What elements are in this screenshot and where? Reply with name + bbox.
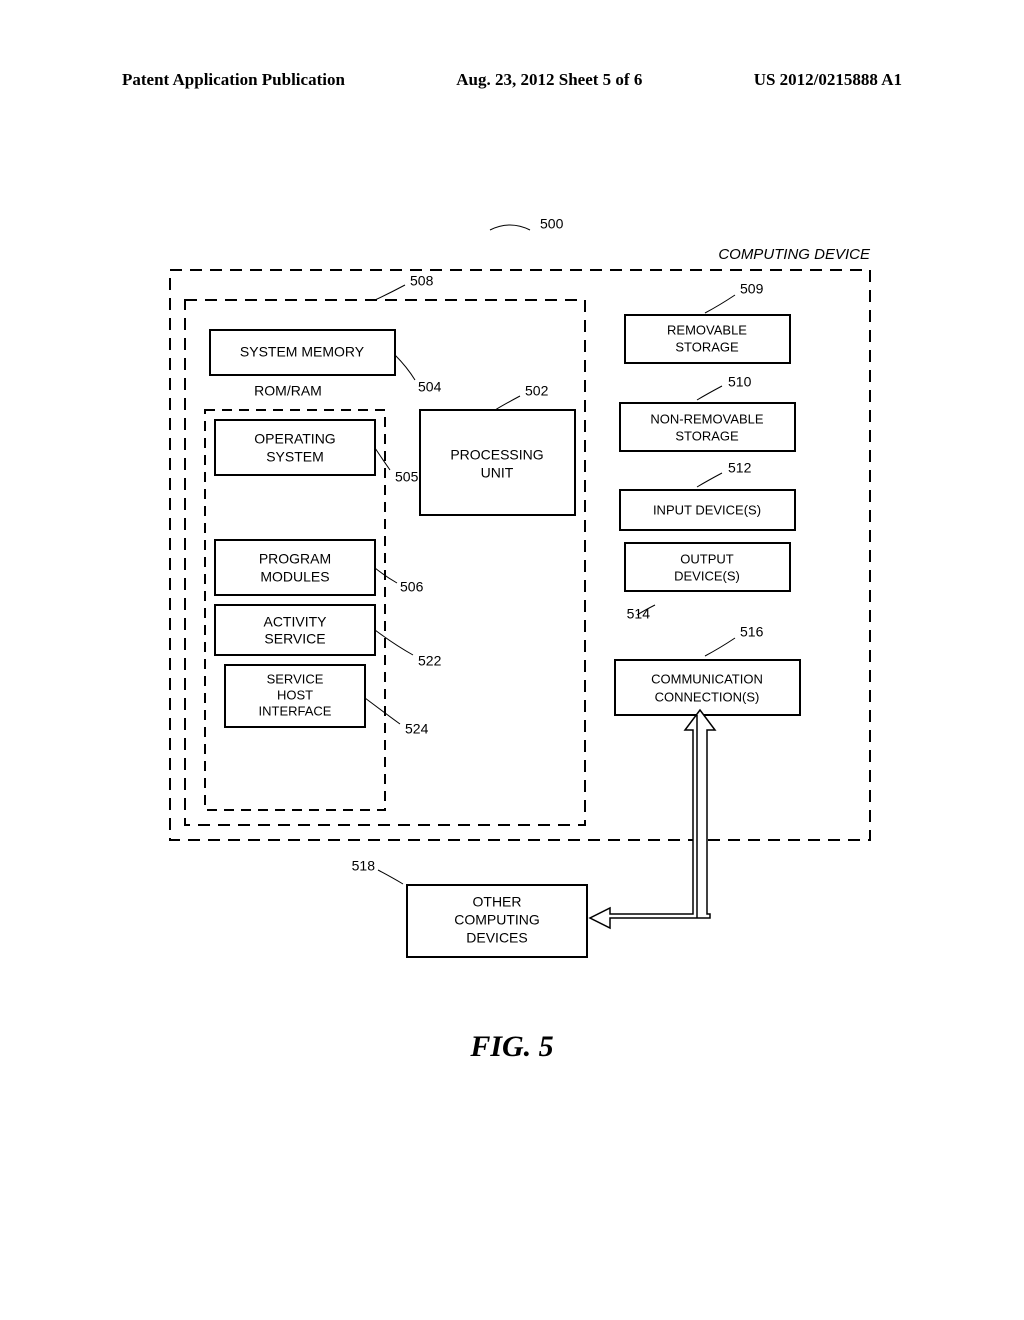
header-left: Patent Application Publication — [122, 70, 345, 90]
output-devices-box — [625, 543, 790, 591]
rom-ram-label: ROM/RAM — [254, 383, 322, 399]
program-modules-l1: PROGRAM — [259, 551, 331, 567]
non-removable-l1: NON-REMOVABLE — [650, 411, 763, 426]
leader-504 — [395, 355, 415, 380]
ref-514: 514 — [627, 606, 651, 622]
leader-505 — [375, 448, 390, 470]
removable-storage-l2: STORAGE — [675, 339, 739, 354]
activity-service-l2: SERVICE — [264, 631, 325, 647]
ref-518: 518 — [352, 858, 376, 874]
operating-system-box — [215, 420, 375, 475]
processing-unit-l1: PROCESSING — [450, 447, 543, 463]
input-devices-label: INPUT DEVICE(S) — [653, 502, 761, 517]
operating-system-l1: OPERATING — [254, 431, 335, 447]
leader-512 — [697, 473, 722, 487]
other-l3: DEVICES — [466, 930, 527, 946]
ref-500: 500 — [540, 216, 564, 232]
figure-caption: FIG. 5 — [0, 1030, 1024, 1064]
ref-522: 522 — [418, 653, 442, 669]
program-modules-box — [215, 540, 375, 595]
page: Patent Application Publication Aug. 23, … — [0, 0, 1024, 1320]
ref-524: 524 — [405, 721, 429, 737]
communication-box — [615, 660, 800, 715]
leader-524 — [365, 698, 400, 724]
ref-510: 510 — [728, 374, 752, 390]
leader-518 — [378, 870, 403, 884]
computing-device-title: COMPUTING DEVICE — [718, 246, 871, 263]
leader-510 — [697, 386, 722, 400]
non-removable-storage-box — [620, 403, 795, 451]
other-l1: OTHER — [473, 894, 522, 910]
ref-509: 509 — [740, 281, 764, 297]
leader-516 — [705, 638, 735, 656]
ref-505: 505 — [395, 469, 419, 485]
activity-service-l1: ACTIVITY — [263, 614, 327, 630]
leader-502 — [495, 396, 520, 410]
header-center: Aug. 23, 2012 Sheet 5 of 6 — [456, 70, 642, 90]
page-header: Patent Application Publication Aug. 23, … — [0, 70, 1024, 90]
leader-509 — [705, 295, 735, 313]
service-host-l3: INTERFACE — [259, 703, 332, 718]
diagram: COMPUTING DEVICE 500 508 SYSTEM MEMORY R… — [0, 170, 1024, 1070]
ref-508: 508 — [410, 273, 434, 289]
other-l2: COMPUTING — [454, 912, 540, 928]
non-removable-l2: STORAGE — [675, 428, 739, 443]
operating-system-l2: SYSTEM — [266, 449, 324, 465]
removable-storage-l1: REMOVABLE — [667, 322, 747, 337]
leader-508 — [375, 285, 405, 300]
ref-506: 506 — [400, 579, 424, 595]
ref-504: 504 — [418, 379, 442, 395]
program-area-box — [205, 410, 385, 810]
leader-500 — [490, 225, 530, 230]
service-host-l1: SERVICE — [267, 671, 324, 686]
header-right: US 2012/0215888 A1 — [754, 70, 902, 90]
communication-l1: COMMUNICATION — [651, 671, 763, 686]
ref-512: 512 — [728, 460, 752, 476]
ref-516: 516 — [740, 624, 764, 640]
processing-unit-l2: UNIT — [481, 465, 514, 481]
ref-502: 502 — [525, 383, 549, 399]
output-devices-l1: OUTPUT — [680, 551, 734, 566]
service-host-l2: HOST — [277, 687, 313, 702]
double-arrow — [587, 710, 715, 930]
leader-522 — [375, 630, 413, 655]
output-devices-l2: DEVICE(S) — [674, 568, 740, 583]
communication-l2: CONNECTION(S) — [655, 689, 760, 704]
header-row: Patent Application Publication Aug. 23, … — [122, 70, 902, 90]
system-memory-label: SYSTEM MEMORY — [240, 344, 365, 360]
program-modules-l2: MODULES — [260, 569, 329, 585]
